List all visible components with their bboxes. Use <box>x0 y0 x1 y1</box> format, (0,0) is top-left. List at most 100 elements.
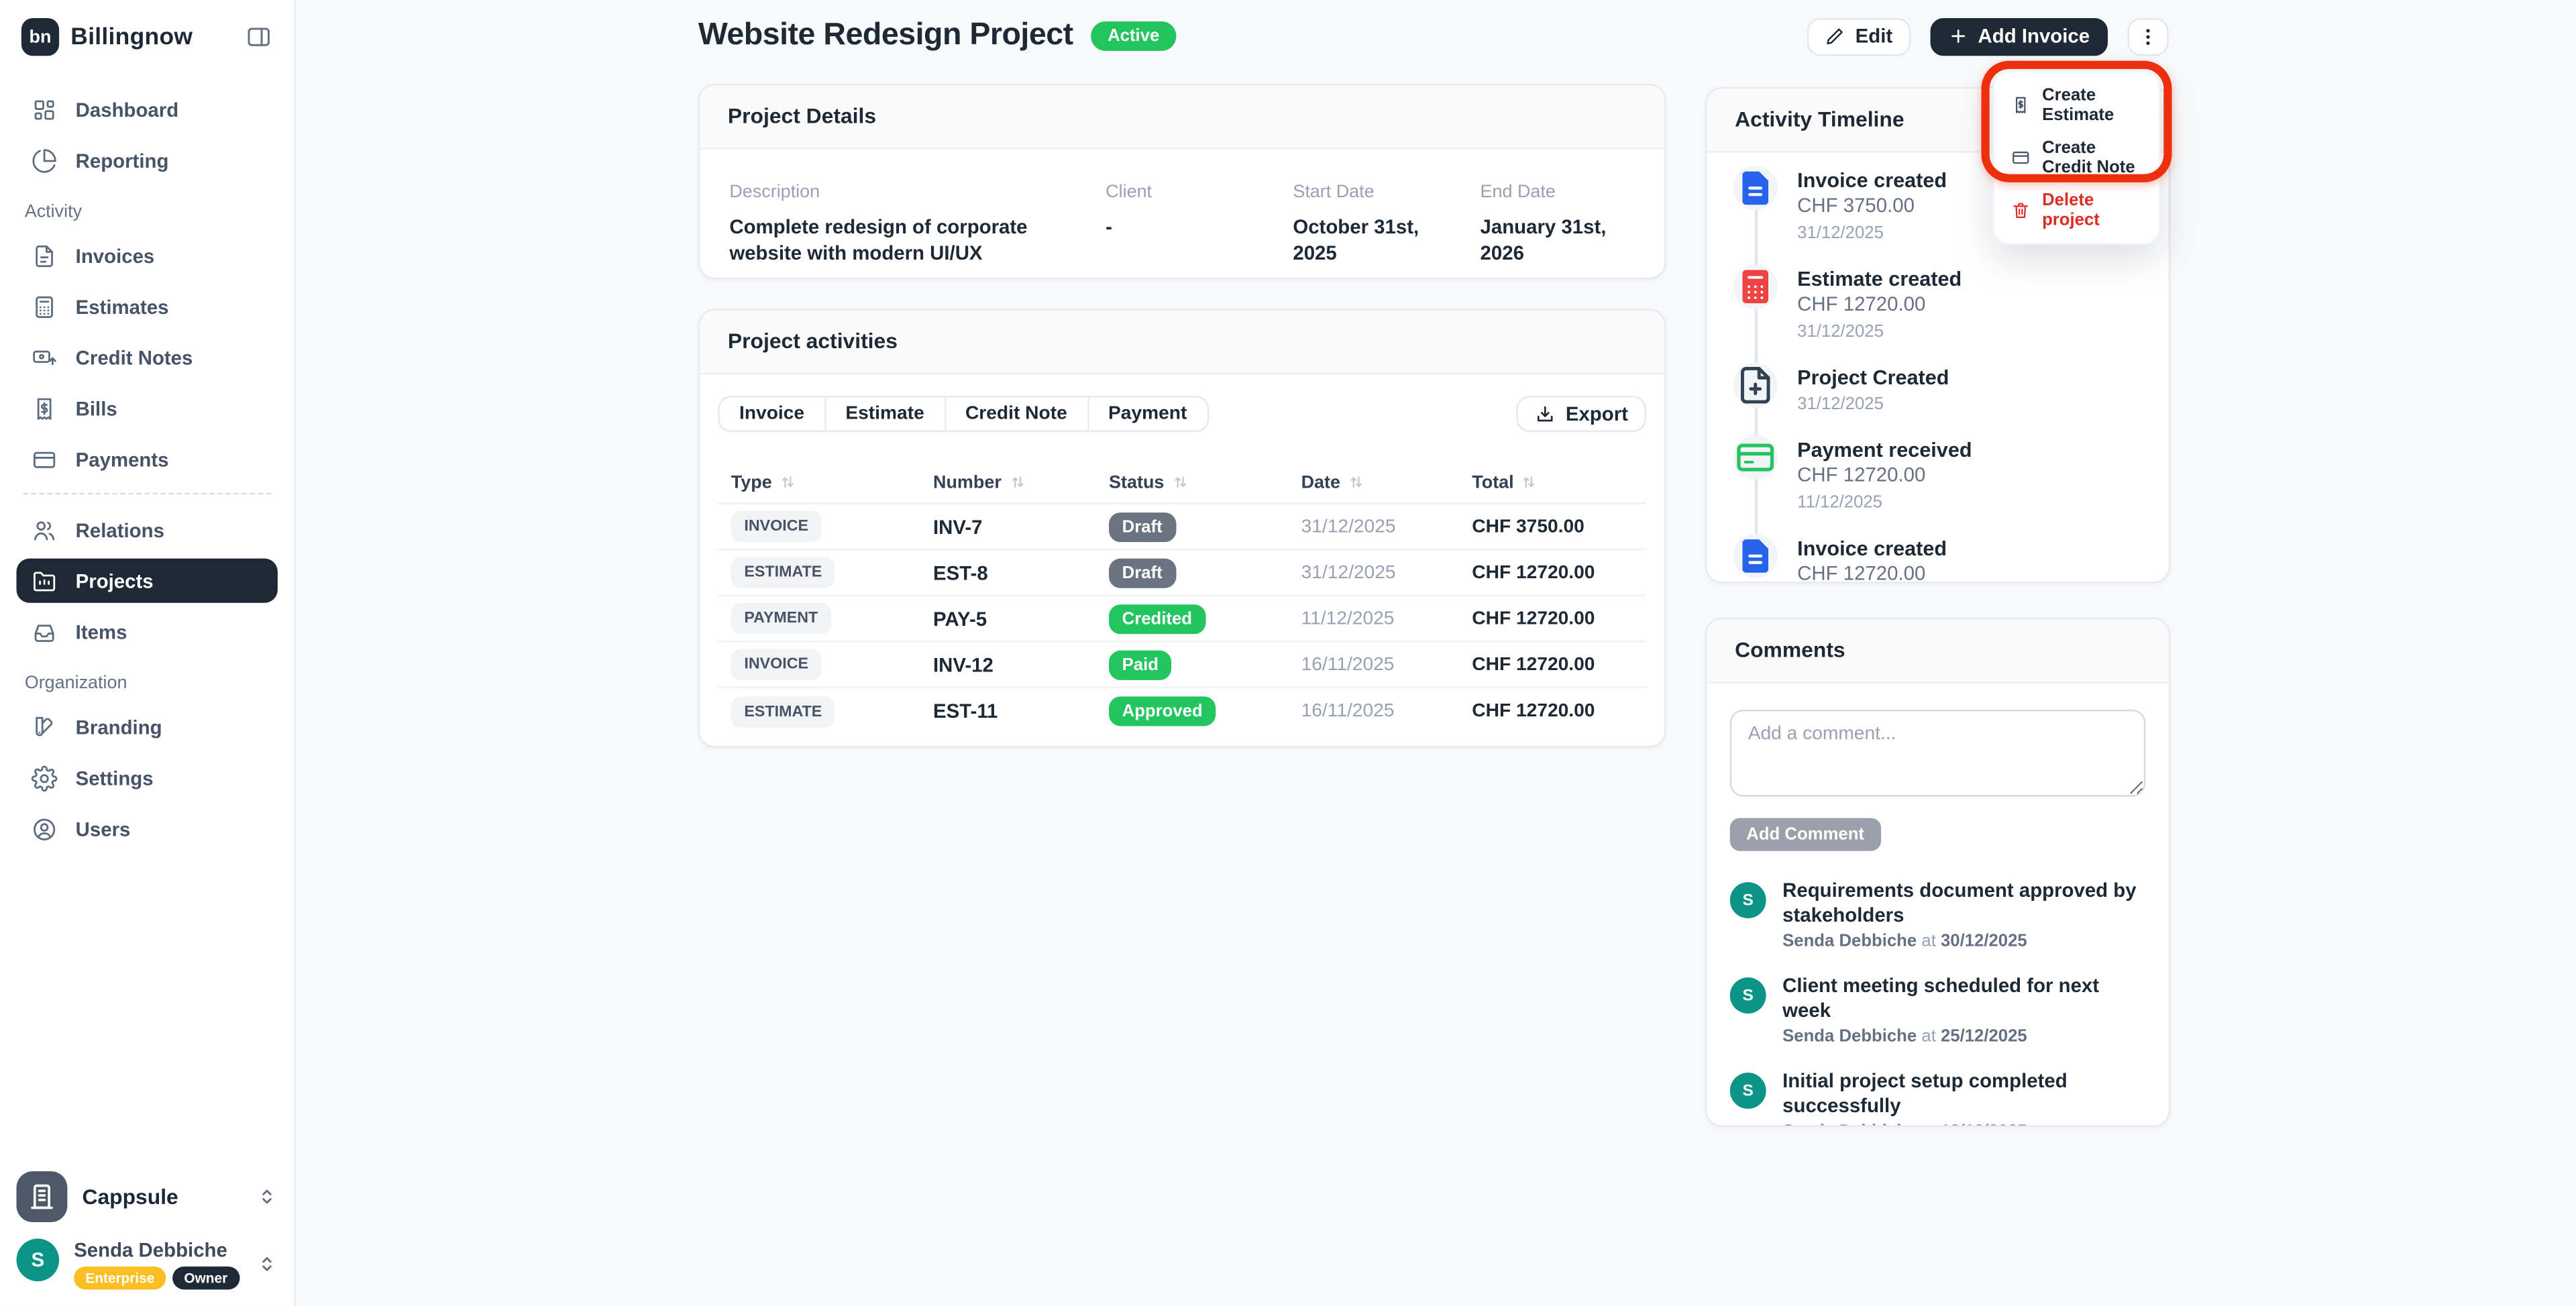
bills-icon <box>32 395 58 421</box>
app-window: bn Billingnow Dashboard Reporting Activi… <box>0 0 2576 1306</box>
sidebar-item-payments[interactable]: Payments <box>16 437 277 481</box>
workspace-selector[interactable]: Cappsule <box>16 1171 277 1222</box>
sort-icon <box>1347 473 1365 491</box>
table-row[interactable]: INVOICE INV-12 Paid 16/11/2025 CHF 12720… <box>718 643 1646 689</box>
table-row[interactable]: ESTIMATE EST-8 Draft 31/12/2025 CHF 1272… <box>718 550 1646 596</box>
reporting-icon <box>32 147 58 173</box>
tab-estimate[interactable]: Estimate <box>826 398 946 431</box>
page-header: Website Redesign Project Active Edit Add… <box>698 16 2169 56</box>
timeline-date: 31/12/2025 <box>1797 322 1962 341</box>
document-total: CHF 3750.00 <box>1472 516 1633 536</box>
sidebar-item-bills[interactable]: Bills <box>16 386 277 431</box>
table-row[interactable]: ESTIMATE EST-11 Approved 16/11/2025 CHF … <box>718 688 1646 734</box>
timeline-item: Payment received CHF 12720.00 11/12/2025 <box>1733 435 2143 512</box>
type-badge: ESTIMATE <box>731 557 835 588</box>
detail-field: Description Complete redesign of corpora… <box>729 182 1106 266</box>
sidebar-item-items[interactable]: Items <box>16 610 277 654</box>
invoice-created-icon <box>1733 166 1778 210</box>
sort-icon <box>1171 473 1189 491</box>
project-details-card: Project Details Description Complete red… <box>698 84 1666 279</box>
add-invoice-button[interactable]: Add Invoice <box>1931 17 2108 55</box>
comment-item: S Client meeting scheduled for next week… <box>1730 974 2146 1046</box>
logo-monogram: bn <box>30 27 52 46</box>
sidebar-item-dashboard[interactable]: Dashboard <box>16 87 277 131</box>
table-row[interactable]: INVOICE INV-7 Draft 31/12/2025 CHF 3750.… <box>718 504 1646 551</box>
status-badge: Credited <box>1109 604 1205 633</box>
timeline-date: 31/12/2025 <box>1797 223 1947 243</box>
activity-type-tabs: InvoiceEstimateCredit NotePayment <box>718 396 1208 432</box>
comment-avatar: S <box>1730 882 1766 918</box>
branding-icon <box>32 714 58 740</box>
chevrons-updown-icon <box>256 1252 278 1276</box>
menu-item-create-credit-note[interactable]: Create Credit Note <box>1994 131 2159 184</box>
timeline-amount: CHF 12720.00 <box>1797 292 1962 317</box>
activity-timeline-title: Activity Timeline <box>1735 107 1904 131</box>
export-button[interactable]: Export <box>1516 396 1646 432</box>
project-status-badge: Active <box>1091 21 1176 51</box>
sidebar-item-reporting[interactable]: Reporting <box>16 138 277 182</box>
menu-item-delete-project[interactable]: Delete project <box>1994 184 2159 236</box>
comments-card: Comments Add Comment S Requirements docu… <box>1705 618 2170 1127</box>
column-header[interactable]: Status <box>1109 472 1301 492</box>
column-header[interactable]: Total <box>1472 472 1633 492</box>
tab-credit-note[interactable]: Credit Note <box>946 398 1089 431</box>
sidebar-item-estimates[interactable]: Estimates <box>16 284 277 329</box>
menu-item-create-estimate[interactable]: Create Estimate <box>1994 79 2159 131</box>
estimate-created-icon <box>1733 264 1778 309</box>
chevrons-updown-icon <box>256 1185 278 1209</box>
plus-icon <box>1948 26 1968 46</box>
sidebar-item-invoices[interactable]: Invoices <box>16 233 277 278</box>
column-header[interactable]: Number <box>933 472 1109 492</box>
comment-input[interactable] <box>1730 710 2146 797</box>
comment-author: Senda Debbiche <box>1782 1122 1917 1127</box>
plan-badge: Enterprise <box>74 1266 166 1289</box>
sidebar-item-users[interactable]: Users <box>16 806 277 851</box>
detail-field: Start Date October 31st, 2025 <box>1293 182 1480 266</box>
more-actions-button[interactable] <box>2127 17 2168 55</box>
tab-payment[interactable]: Payment <box>1089 398 1207 431</box>
comment-date: 18/12/2025 <box>1941 1122 2027 1127</box>
timeline-date: 31/12/2025 <box>1797 394 1949 414</box>
sidebar-item-relations[interactable]: Relations <box>16 508 277 552</box>
trash-icon <box>2011 201 2031 220</box>
document-date: 16/11/2025 <box>1301 702 1472 721</box>
add-comment-button[interactable]: Add Comment <box>1730 818 1881 851</box>
timeline-amount: CHF 3750.00 <box>1797 194 1947 219</box>
document-number: INV-7 <box>933 515 1109 538</box>
items-icon <box>32 618 58 645</box>
role-badge: Owner <box>172 1266 239 1289</box>
main-content: Website Redesign Project Active Edit Add… <box>296 0 2576 1306</box>
timeline-item: Project Created 31/12/2025 <box>1733 363 2143 414</box>
credit-notes-icon <box>32 344 58 370</box>
document-date: 16/11/2025 <box>1301 655 1472 674</box>
relations-icon <box>32 516 58 543</box>
sidebar-item-credit-notes[interactable]: Credit Notes <box>16 335 277 380</box>
sidebar-nav: Dashboard Reporting Activity Invoices Es… <box>0 70 294 851</box>
document-total: CHF 12720.00 <box>1472 655 1633 674</box>
type-badge: PAYMENT <box>731 603 831 635</box>
status-badge: Approved <box>1109 696 1216 726</box>
timeline-amount: CHF 12720.00 <box>1797 562 1947 584</box>
logo-row: bn Billingnow <box>0 0 294 70</box>
column-header[interactable]: Type <box>731 472 933 492</box>
page-title: Website Redesign Project <box>698 18 1073 54</box>
sidebar-item-branding[interactable]: Branding <box>16 705 277 749</box>
document-number: PAY-5 <box>933 607 1109 630</box>
sidebar-item-settings[interactable]: Settings <box>16 756 277 800</box>
sidebar-item-projects[interactable]: Projects <box>16 559 277 603</box>
project-details-title: Project Details <box>728 103 876 128</box>
comment-avatar: S <box>1730 1073 1766 1109</box>
tab-invoice[interactable]: Invoice <box>720 398 826 431</box>
sidebar-collapse-button[interactable] <box>245 23 273 51</box>
receipt-dollar-icon <box>2011 95 2031 115</box>
building-icon <box>16 1171 67 1222</box>
project-created-icon <box>1733 363 1778 407</box>
download-icon <box>1534 403 1556 425</box>
comment-item: S Initial project setup completed succes… <box>1730 1069 2146 1127</box>
column-header[interactable]: Date <box>1301 472 1472 492</box>
table-row[interactable]: PAYMENT PAY-5 Credited 11/12/2025 CHF 12… <box>718 596 1646 643</box>
payments-icon <box>32 446 58 472</box>
user-selector[interactable]: S Senda Debbiche Enterprise Owner <box>16 1239 277 1290</box>
document-total: CHF 12720.00 <box>1472 563 1633 582</box>
edit-button[interactable]: Edit <box>1808 17 1911 55</box>
